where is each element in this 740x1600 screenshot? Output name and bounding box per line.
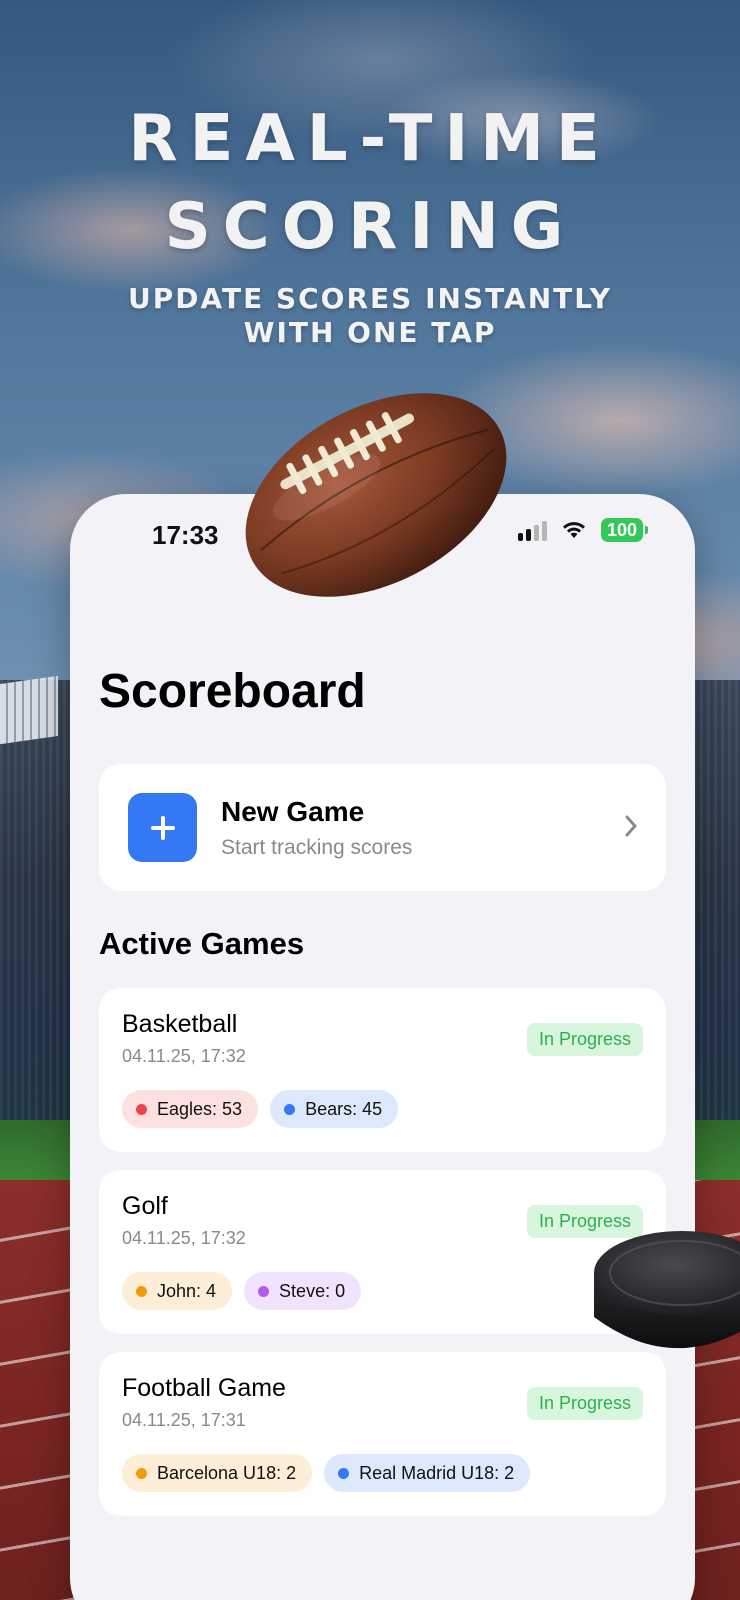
score-label: Eagles: 53 (157, 1098, 243, 1119)
team-color-dot (338, 1467, 350, 1479)
status-badge: In Progress (526, 1387, 643, 1420)
game-date: 04.11.25, 17:32 (122, 1228, 246, 1248)
new-game-subtitle: Start tracking scores (221, 836, 413, 859)
game-name: Basketball (122, 1010, 238, 1038)
game-name: Football Game (122, 1374, 286, 1402)
score-label: John: 4 (157, 1280, 217, 1301)
score-chip: Bears: 45 (270, 1090, 399, 1128)
phone-screen: 17:33 100 Scoreboard New Game Start trac… (70, 494, 695, 1600)
team-color-dot (136, 1467, 147, 1479)
hero-subtitle-line1: UPDATE SCORES INSTANTLY (128, 282, 612, 315)
hero-title-line1: REAL-TIME (128, 102, 612, 176)
plus-icon (128, 793, 197, 862)
status-time: 17:33 (152, 520, 219, 550)
game-card-football[interactable]: Football Game 04.11.25, 17:31 In Progres… (99, 1352, 666, 1516)
chevron-right-icon (624, 814, 638, 843)
stadium-light (0, 675, 58, 745)
hockey-puck-image (592, 1225, 740, 1375)
score-label: Barcelona U18: 2 (157, 1462, 297, 1483)
status-icons: 100 (517, 518, 649, 542)
score-chip: Barcelona U18: 2 (122, 1454, 313, 1492)
team-color-dot (258, 1285, 270, 1297)
hero-subtitle: UPDATE SCORES INSTANTLY WITH ONE TAP (0, 282, 740, 350)
game-date: 04.11.25, 17:31 (122, 1410, 246, 1430)
score-row: John: 4 Steve: 0 (122, 1272, 362, 1310)
game-name: Golf (122, 1192, 168, 1220)
active-games-title: Active Games (99, 926, 305, 961)
battery-icon: 100 (600, 518, 649, 542)
score-row: Eagles: 53 Bears: 45 (122, 1090, 399, 1128)
score-chip: Real Madrid U18: 2 (324, 1454, 531, 1492)
score-label: Steve: 0 (279, 1280, 346, 1301)
hero-title-line2: SCORING (164, 190, 576, 264)
new-game-title: New Game (221, 796, 365, 827)
game-card-golf[interactable]: Golf 04.11.25, 17:32 In Progress John: 4… (99, 1170, 666, 1334)
score-chip: John: 4 (122, 1272, 233, 1310)
hero-title: REAL-TIME SCORING (0, 95, 740, 271)
hero-subtitle-line2: WITH ONE TAP (243, 316, 497, 349)
wifi-icon (561, 520, 587, 540)
score-row: Barcelona U18: 2 Real Madrid U18: 2 (122, 1454, 531, 1492)
score-chip: Eagles: 53 (122, 1090, 259, 1128)
football-image (226, 370, 526, 620)
page-title: Scoreboard (99, 665, 366, 718)
score-chip: Steve: 0 (244, 1272, 362, 1310)
team-color-dot (284, 1103, 296, 1115)
team-color-dot (136, 1103, 147, 1115)
team-color-dot (136, 1285, 147, 1297)
new-game-button[interactable]: New Game Start tracking scores (99, 764, 666, 891)
game-card-basketball[interactable]: Basketball 04.11.25, 17:32 In Progress E… (99, 988, 666, 1152)
score-label: Real Madrid U18: 2 (359, 1462, 515, 1483)
game-date: 04.11.25, 17:32 (122, 1046, 246, 1066)
score-label: Bears: 45 (305, 1098, 383, 1119)
status-badge: In Progress (526, 1023, 643, 1056)
